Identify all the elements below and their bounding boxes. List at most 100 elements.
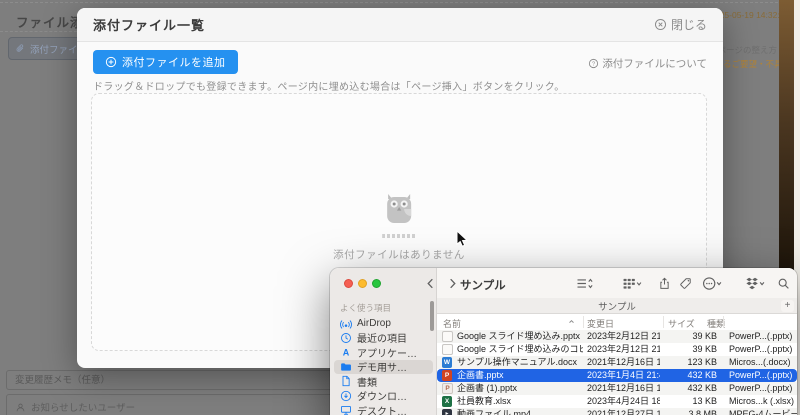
- column-header-2[interactable]: 変更日: [587, 317, 614, 330]
- file-size: 13 KB: [692, 396, 717, 406]
- table-row[interactable]: P企画書.pptx 2023年1月4日 21:41 432 KB PowerP...(…: [437, 369, 797, 382]
- close-window-button[interactable]: [344, 279, 353, 288]
- sidebar-item-5[interactable]: 書類: [334, 374, 433, 389]
- tag-icon[interactable]: [679, 276, 692, 291]
- file-name: サンプル操作マニュアル.docx: [457, 357, 577, 367]
- owl-wordmark: [382, 234, 416, 238]
- file-modified: 2023年2月12日 21:18: [587, 331, 660, 341]
- sidebar-item-label: AirDrop: [357, 317, 391, 329]
- empty-state: 添付ファイルはありません: [333, 191, 465, 262]
- forward-chevron-icon[interactable]: [446, 276, 459, 291]
- close-button[interactable]: 閉じる: [654, 16, 707, 33]
- word-file-icon: W: [442, 357, 452, 368]
- file-size: 39 KB: [692, 344, 717, 354]
- helper-text: ドラッグ＆ドロップでも登録できます。ページ内に埋め込む場合は「ページ挿入」ボタン…: [93, 82, 565, 93]
- sidebar-item-6[interactable]: ダウンロ…: [334, 389, 433, 403]
- file-modified: 2021年12月16日 17:20: [587, 357, 660, 367]
- column-divider: [723, 316, 724, 328]
- file-name: Google スライド埋め込み.pptx: [457, 331, 581, 341]
- file-modified: 2023年2月12日 21:18: [587, 344, 660, 354]
- sidebar-item-label: アプリケー…: [357, 348, 417, 360]
- sidebar-scrollbar[interactable]: [430, 301, 434, 331]
- more-actions-icon[interactable]: [701, 276, 723, 291]
- file-name: 社員教育.xlsx: [457, 396, 512, 406]
- sidebar-item-label: ダウンロ…: [357, 392, 407, 403]
- file-kind: PowerP...(.pptx): [729, 383, 793, 393]
- sidebar-item-7[interactable]: デスクト…: [334, 403, 433, 415]
- list-view-icon[interactable]: [575, 276, 595, 291]
- clock-icon: [340, 332, 352, 344]
- sidebar-item-label: デスクト…: [357, 406, 407, 415]
- file-modified: 2023年4月24日 18:42: [587, 396, 660, 406]
- finder-window-title: サンプル: [460, 280, 506, 292]
- group-view-icon[interactable]: [621, 276, 643, 291]
- zoom-window-button[interactable]: [372, 279, 381, 288]
- modal-header: 添付ファイル一覧 閉じる: [77, 8, 723, 42]
- search-icon[interactable]: [777, 276, 790, 291]
- file-size: 432 KB: [687, 383, 717, 393]
- finder-sidebar: よく使う項目 AirDrop 最近の項目 A アプリケー… デモ用サ… 書類ダウンロ… デス…: [330, 298, 437, 415]
- close-circle-icon: [654, 18, 667, 31]
- desktop-icon: [340, 404, 352, 415]
- file-list: Google スライド埋め込み.pptx 2023年2月12日 21:18 39 K…: [437, 330, 797, 415]
- sidebar-item-3[interactable]: A アプリケー…: [334, 345, 433, 360]
- sidebar-item-2[interactable]: 最近の項目: [334, 331, 433, 345]
- table-row[interactable]: W サンプル操作マニュアル.docx 2021年12月16日 17:20 123 KB…: [437, 356, 797, 369]
- file-modified: 2023年1月4日 21:41: [587, 370, 660, 380]
- applications-icon: A: [340, 346, 352, 358]
- column-header-1[interactable]: 名前: [443, 317, 461, 330]
- mouse-cursor-icon: [456, 230, 468, 248]
- sidebar-section-label: よく使う項目: [340, 303, 392, 313]
- person-icon: [15, 402, 26, 413]
- owl-mascot-icon: [379, 191, 419, 227]
- excel-file-icon: X: [442, 396, 454, 407]
- sidebar-item-4[interactable]: デモ用サ…: [334, 359, 433, 374]
- new-tab-button[interactable]: +: [781, 300, 794, 312]
- file-size: 39 KB: [692, 331, 717, 341]
- sort-asc-icon: [567, 317, 576, 326]
- paperclip-icon: [15, 43, 26, 54]
- powerpoint-pale-file-icon: P: [442, 383, 454, 394]
- svg-text:?: ?: [592, 62, 596, 68]
- file-kind: Micros...(.docx): [729, 357, 791, 367]
- table-row[interactable]: P企画書 (1).pptx 2021年12月16日 17:01 432 KB Powe…: [437, 382, 797, 395]
- list-column-header: 名前 変更日 サイズ 種類: [437, 314, 797, 331]
- file-name: 動画ファイル.mp4: [457, 409, 532, 415]
- back-chevron-icon[interactable]: [424, 276, 437, 291]
- share-icon[interactable]: [658, 276, 671, 291]
- video-file-icon: ▸: [442, 409, 454, 415]
- question-circle-icon: ?: [588, 58, 599, 69]
- sidebar-item-label: 書類: [357, 377, 377, 389]
- plus-circle-icon: [105, 56, 117, 68]
- powerpoint-file-icon: P: [442, 370, 454, 381]
- background-divider: [0, 31, 77, 32]
- folder-icon: [340, 361, 352, 373]
- download-icon: [340, 390, 352, 402]
- about-attachments-link[interactable]: ? 添付ファイルについて: [588, 56, 707, 71]
- document-icon: [340, 375, 352, 387]
- add-attachment-button[interactable]: 添付ファイルを追加: [93, 50, 238, 74]
- file-kind: PowerP...(.pptx): [729, 370, 793, 380]
- file-size: 3.8 MB: [688, 409, 717, 415]
- dropbox-icon[interactable]: [744, 276, 766, 291]
- background-divider: [0, 2, 778, 3]
- finder-tab[interactable]: サンプル: [437, 298, 797, 314]
- sidebar-item-1[interactable]: AirDrop: [334, 316, 433, 331]
- column-divider: [583, 316, 584, 328]
- slides-file-icon: [442, 331, 454, 342]
- slides-file-icon: [442, 344, 454, 355]
- table-row[interactable]: X社員教育.xlsx 2023年4月24日 18:42 13 KB Micros...…: [437, 395, 797, 408]
- finder-window: サンプル サンプル + 名前 変更日 サイズ 種類 Google スライド埋め込み.p…: [330, 268, 797, 415]
- column-header-3[interactable]: サイズ: [668, 317, 695, 330]
- table-row[interactable]: ▸動画ファイル.mp4 2021年12月27日 16:48 3.8 MB MPEG-4…: [437, 408, 797, 415]
- svg-text:A: A: [343, 348, 350, 358]
- screen: ファイル添付 添付ファイル一覧 (2025-05-19 14:32:30) ? …: [0, 0, 800, 415]
- file-kind: Micros...k (.xlsx): [729, 396, 794, 406]
- table-row[interactable]: Google スライド埋め込みのコピー.pptx 2023年2月12日 21:18…: [437, 343, 797, 356]
- table-row[interactable]: Google スライド埋め込み.pptx 2023年2月12日 21:18 39 K…: [437, 330, 797, 343]
- file-modified: 2021年12月27日 16:48: [587, 409, 660, 415]
- file-name: 企画書.pptx: [457, 370, 504, 380]
- column-divider: [663, 316, 664, 328]
- file-name: Google スライド埋め込みのコピー.pptx: [457, 344, 583, 354]
- minimize-window-button[interactable]: [358, 279, 367, 288]
